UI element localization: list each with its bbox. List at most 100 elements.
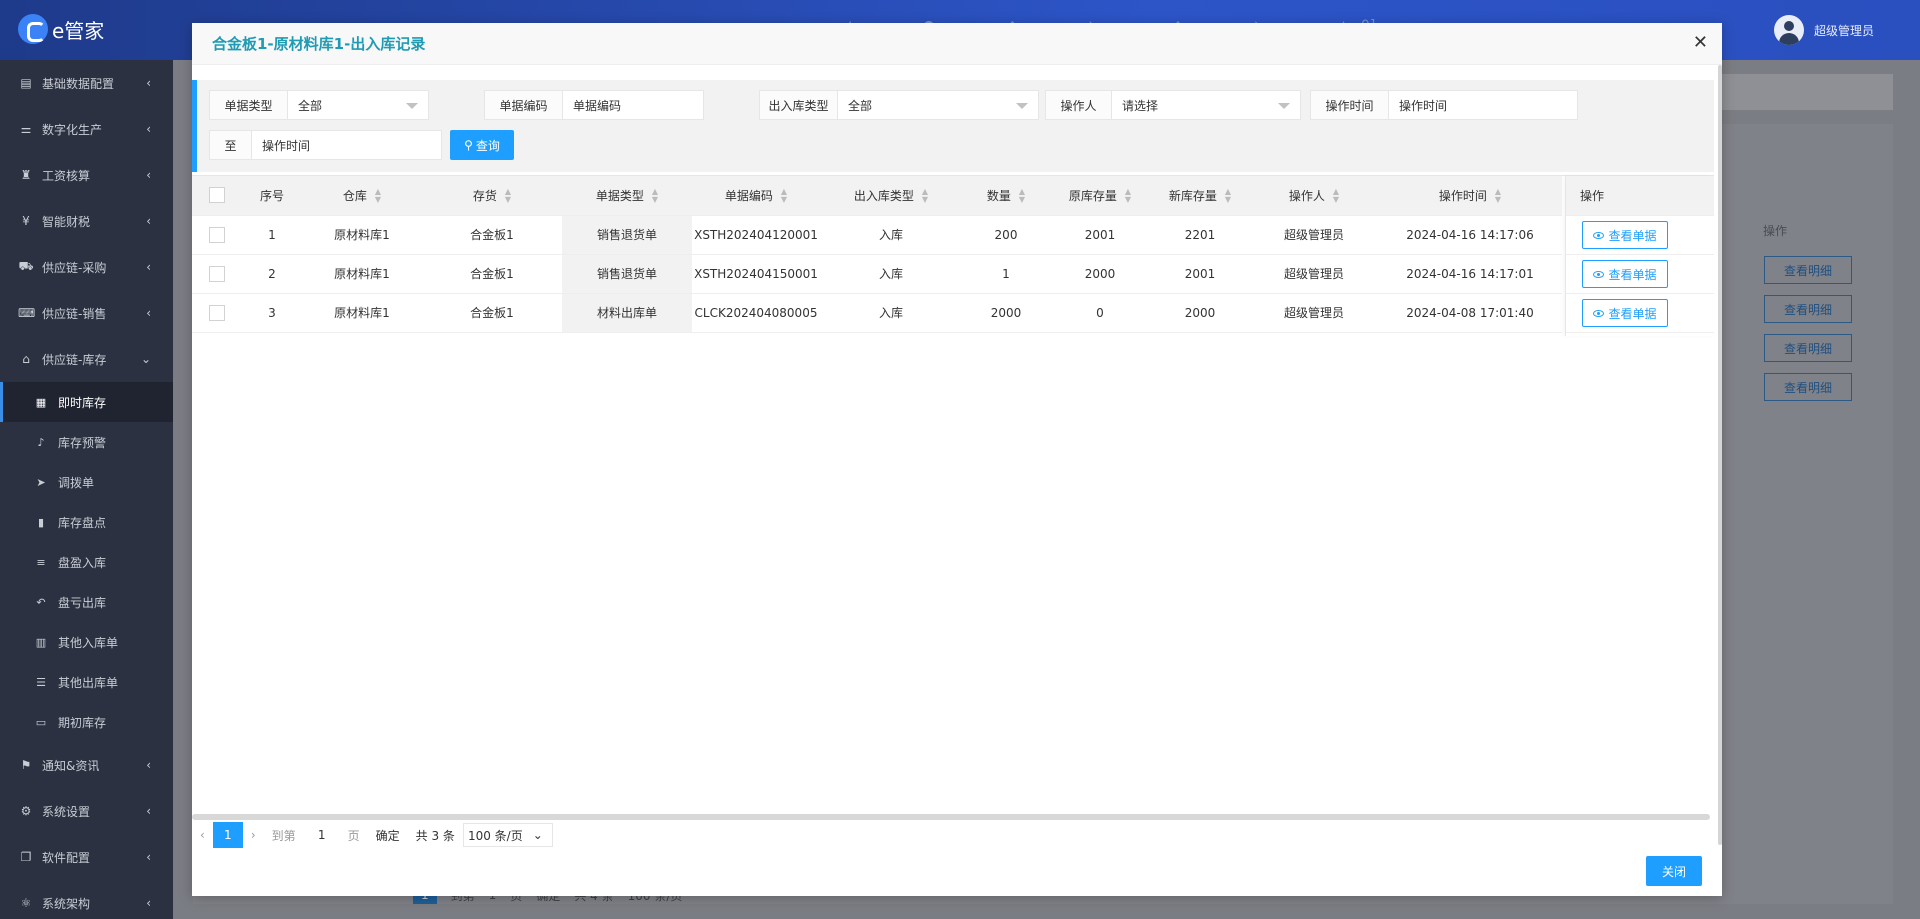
bg-view-detail-button[interactable]: 查看明细: [1764, 295, 1852, 323]
sidebar-subitem[interactable]: ▭ 期初库存: [0, 702, 173, 742]
sidebar-item[interactable]: ⚌ 数字化生产 ‹: [0, 106, 173, 152]
sidebar-subitem[interactable]: ▮ 库存盘点: [0, 502, 173, 542]
column-header[interactable]: 操作时间 ▲ ▼: [1378, 176, 1562, 216]
sidebar-item-icon: ❐: [20, 850, 32, 864]
view-document-button[interactable]: 查看单据: [1582, 221, 1668, 249]
close-icon[interactable]: ✕: [1693, 32, 1708, 53]
chevron-left-icon: ‹: [146, 122, 151, 136]
pager-current-page[interactable]: 1: [212, 822, 243, 848]
sidebar-item[interactable]: ⌂ 供应链-库存 ⌄: [0, 336, 173, 382]
time-end-input[interactable]: 操作时间: [252, 131, 441, 159]
to-label: 至: [210, 131, 252, 159]
column-header[interactable]: 操作人 ▲ ▼: [1250, 176, 1378, 216]
sort-icon[interactable]: ▲ ▼: [652, 188, 658, 204]
bg-view-detail-button[interactable]: 查看明细: [1764, 373, 1852, 401]
pager-page-input[interactable]: 1: [304, 822, 340, 848]
pager-size-select[interactable]: 100 条/页 ⌄: [462, 823, 553, 847]
sidebar-item[interactable]: ⚛ 系统架构 ‹: [0, 880, 173, 919]
table-cell: 合金板1: [422, 215, 562, 255]
modal-title: 合金板1-原材料库1-出入库记录: [212, 35, 426, 53]
sort-icon[interactable]: ▲ ▼: [375, 188, 381, 204]
column-header[interactable]: 出入库类型 ▲ ▼: [820, 176, 962, 216]
table-row[interactable]: 3 原材料库1 合金板1 材料出库单 CLCK202404080005 入库 2000 0 20…: [192, 293, 1562, 333]
query-button[interactable]: ⚲ 查询: [450, 130, 514, 160]
sidebar-subitem[interactable]: ☰ 其他出库单: [0, 662, 173, 702]
column-header[interactable]: 新库存量 ▲ ▼: [1150, 176, 1250, 216]
search-icon: ⚲: [464, 138, 473, 152]
sort-icon[interactable]: ▲ ▼: [781, 188, 787, 204]
column-header[interactable]: 数量 ▲ ▼: [962, 176, 1050, 216]
prev-page-icon[interactable]: ‹: [192, 822, 213, 848]
sidebar-item-icon: ⌨: [18, 306, 36, 320]
view-document-button[interactable]: 查看单据: [1582, 299, 1668, 327]
sort-icon[interactable]: ▲ ▼: [922, 188, 928, 204]
table-cell: 材料出库单: [562, 293, 692, 333]
sidebar-subitem[interactable]: ♪ 库存预警: [0, 422, 173, 462]
sidebar-item[interactable]: ⚙ 系统设置 ‹: [0, 788, 173, 834]
sidebar-item[interactable]: ¥ 智能财税 ‹: [0, 198, 173, 244]
bg-view-detail-button[interactable]: 查看明细: [1764, 256, 1852, 284]
sidebar-item-label: 通知&资讯: [42, 758, 100, 773]
sidebar-item-icon: ¥: [22, 214, 30, 228]
sidebar-item[interactable]: ⛟ 供应链-采购 ‹: [0, 244, 173, 290]
sort-icon[interactable]: ▲ ▼: [1333, 188, 1339, 204]
row-select-cell: [192, 254, 242, 294]
user-menu[interactable]: 超级管理员: [1773, 15, 1874, 45]
sidebar-item[interactable]: ⌨ 供应链-销售 ‹: [0, 290, 173, 336]
time-start-input[interactable]: 操作时间: [1389, 91, 1577, 119]
view-document-button[interactable]: 查看单据: [1582, 260, 1668, 288]
sidebar-item[interactable]: ♜ 工资核算 ‹: [0, 152, 173, 198]
column-header[interactable]: 仓库 ▲ ▼: [302, 176, 422, 216]
operator-select[interactable]: 请选择: [1112, 91, 1300, 119]
select-all-checkbox[interactable]: [209, 187, 225, 204]
sidebar-item[interactable]: ❐ 软件配置 ‹: [0, 834, 173, 880]
row-checkbox[interactable]: [209, 304, 225, 321]
doc-code-input[interactable]: 单据编码: [563, 91, 703, 119]
op-cell: 查看单据: [1566, 294, 1714, 333]
sidebar-subitem[interactable]: ↶ 盘亏出库: [0, 582, 173, 622]
column-header[interactable]: 原库存量 ▲ ▼: [1050, 176, 1150, 216]
sort-icon[interactable]: ▲ ▼: [1019, 188, 1025, 204]
io-type-select[interactable]: 全部: [838, 91, 1038, 119]
column-header[interactable]: 存货 ▲ ▼: [422, 176, 562, 216]
table-cell: 销售退货单: [562, 254, 692, 294]
sidebar-item-label: 供应链-库存: [42, 352, 107, 367]
app-logo[interactable]: e管家: [18, 14, 104, 44]
row-checkbox[interactable]: [209, 265, 225, 282]
row-checkbox[interactable]: [209, 226, 225, 243]
sidebar-item-icon: ⚙: [20, 804, 32, 818]
table-cell: 超级管理员: [1250, 254, 1378, 294]
sidebar-subitem[interactable]: ▦ 即时库存: [0, 382, 173, 422]
table-row[interactable]: 2 原材料库1 合金板1 销售退货单 XSTH202404150001 入库 1 2000 20…: [192, 254, 1562, 294]
sidebar-subitem[interactable]: ➤ 调拨单: [0, 462, 173, 502]
table-row[interactable]: 1 原材料库1 合金板1 销售退货单 XSTH202404120001 入库 200 2001…: [192, 215, 1562, 255]
operator-label: 操作人: [1046, 91, 1112, 119]
sort-icon[interactable]: ▲ ▼: [1495, 188, 1501, 204]
table-cell: 2: [242, 254, 302, 294]
sidebar-subitem-label: 库存预警: [58, 435, 107, 450]
sidebar-item-label: 供应链-采购: [42, 260, 107, 275]
sidebar-item[interactable]: ⚑ 通知&资讯 ‹: [0, 742, 173, 788]
column-header[interactable]: 单据类型 ▲ ▼: [562, 176, 692, 216]
sort-icon[interactable]: ▲ ▼: [1125, 188, 1131, 204]
table-cell: 2024-04-16 14:17:06: [1378, 215, 1562, 255]
bg-view-detail-button[interactable]: 查看明细: [1764, 334, 1852, 362]
pager-confirm-button[interactable]: 确定: [368, 822, 408, 848]
chevron-down-icon: ⌄: [532, 828, 543, 842]
column-header[interactable]: 单据编码 ▲ ▼: [692, 176, 820, 216]
sidebar-subitem-icon: ▭: [35, 715, 47, 729]
sidebar-item[interactable]: ▤ 基础数据配置 ‹: [0, 60, 173, 106]
user-name: 超级管理员: [1813, 23, 1874, 38]
sidebar-subitem[interactable]: ▥ 其他入库单: [0, 622, 173, 662]
sidebar-subitem-label: 期初库存: [58, 715, 107, 730]
sort-icon[interactable]: ▲ ▼: [1225, 188, 1231, 204]
sidebar-subitem[interactable]: ≡ 盘盈入库: [0, 542, 173, 582]
sort-icon[interactable]: ▲ ▼: [505, 188, 511, 204]
table-cell: 入库: [820, 293, 962, 333]
doc-type-select[interactable]: 全部: [288, 91, 428, 119]
vertical-scrollbar[interactable]: [1718, 65, 1722, 845]
table-cell: 超级管理员: [1250, 215, 1378, 255]
close-button[interactable]: 关闭: [1646, 856, 1702, 886]
sidebar-subitem-label: 即时库存: [58, 395, 107, 410]
next-page-icon[interactable]: ›: [243, 822, 264, 848]
